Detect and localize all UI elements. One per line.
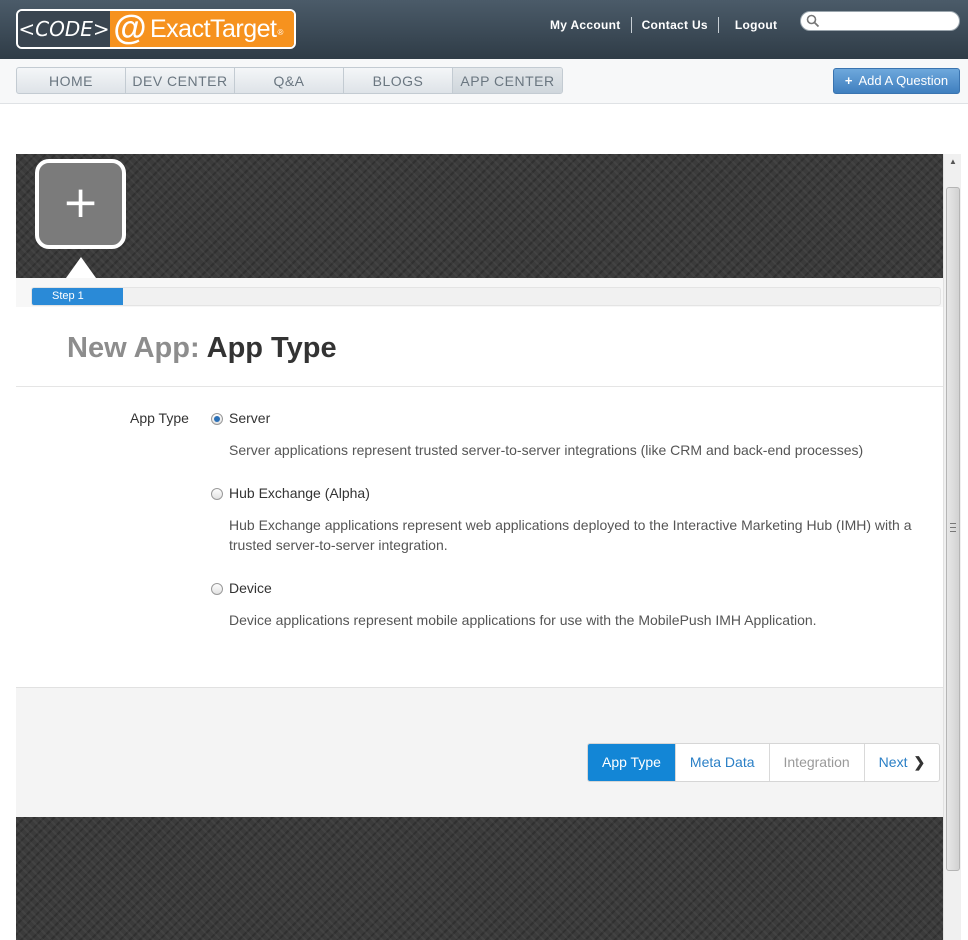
progress-fill: Step 1	[32, 288, 123, 305]
app-type-label: App Type	[130, 410, 189, 426]
app-icon-placeholder[interactable]: +	[35, 159, 126, 249]
hub-exchange-option-label[interactable]: Hub Exchange (Alpha)	[229, 485, 370, 501]
nav-tab-home[interactable]: HOME	[17, 68, 126, 93]
wizard-footer: App Type Meta Data Integration Next ❯	[16, 687, 943, 817]
top-header: <CODE> @ ExactTarget ® My Account Contac…	[0, 0, 968, 59]
progress-track: Step 1	[31, 287, 941, 306]
scroll-thumb[interactable]	[946, 187, 960, 871]
chevron-right-icon: ❯	[913, 754, 926, 770]
nav-tab-app-center[interactable]: APP CENTER	[453, 68, 562, 93]
plus-icon: +	[844, 73, 853, 88]
step-integration: Integration	[770, 744, 865, 781]
progress-step-label: Step 1	[52, 290, 84, 302]
new-app-panel: + Step 1 New App: App Type App Type Serv…	[16, 154, 943, 940]
pointer-arrow	[66, 257, 96, 278]
search-icon	[806, 14, 820, 28]
device-radio[interactable]	[211, 583, 223, 595]
server-option-label[interactable]: Server	[229, 410, 270, 426]
bottom-banner	[16, 817, 943, 940]
search-input[interactable]	[800, 11, 960, 31]
account-links: My Account Contact Us Logout	[540, 17, 777, 33]
page-title-prefix: New App:	[67, 332, 200, 364]
device-option-description: Device applications represent mobile app…	[229, 612, 817, 628]
server-option-description: Server applications represent trusted se…	[229, 442, 864, 458]
logo-at-icon: @	[113, 9, 147, 47]
step-app-type[interactable]: App Type	[588, 744, 676, 781]
hub-exchange-radio[interactable]	[211, 488, 223, 500]
logout-link[interactable]: Logout	[719, 17, 777, 33]
next-label: Next	[878, 754, 908, 770]
step-meta-data[interactable]: Meta Data	[676, 744, 770, 781]
server-radio[interactable]	[211, 413, 223, 425]
next-button[interactable]: Next ❯	[865, 744, 940, 781]
vertical-scrollbar[interactable]: ▲	[943, 154, 961, 940]
scroll-up-arrow-icon[interactable]: ▲	[944, 154, 962, 170]
nav-tab-blogs[interactable]: BLOGS	[344, 68, 453, 93]
nav-tabs: HOME DEV CENTER Q&A BLOGS APP CENTER	[16, 67, 563, 94]
add-question-button[interactable]: + Add A Question	[833, 68, 960, 94]
logo-brand-text: ExactTarget	[150, 15, 277, 43]
logo-registered-mark: ®	[277, 28, 284, 37]
progress-strip: Step 1	[16, 278, 943, 307]
exacttarget-code-logo[interactable]: <CODE> @ ExactTarget ®	[16, 9, 296, 49]
nav-tab-q-a[interactable]: Q&A	[235, 68, 344, 93]
device-option-label[interactable]: Device	[229, 580, 272, 596]
my-account-link[interactable]: My Account	[540, 17, 632, 33]
divider	[16, 386, 943, 387]
grip-icon	[950, 523, 956, 532]
main-navigation: HOME DEV CENTER Q&A BLOGS APP CENTER + Add A …	[0, 59, 968, 104]
hero-banner: +	[16, 154, 943, 278]
contact-us-link[interactable]: Contact Us	[632, 17, 719, 33]
hub-exchange-option-description: Hub Exchange applications represent web …	[229, 517, 912, 553]
page-title-main: App Type	[206, 332, 337, 364]
logo-brand-area: @ ExactTarget ®	[110, 11, 294, 47]
page-title: New App: App Type	[67, 332, 337, 365]
logo-code-text: <CODE>	[18, 11, 110, 47]
add-question-label: Add A Question	[858, 73, 949, 88]
nav-tab-dev-center[interactable]: DEV CENTER	[126, 68, 235, 93]
wizard-step-nav: App Type Meta Data Integration Next ❯	[587, 743, 941, 782]
